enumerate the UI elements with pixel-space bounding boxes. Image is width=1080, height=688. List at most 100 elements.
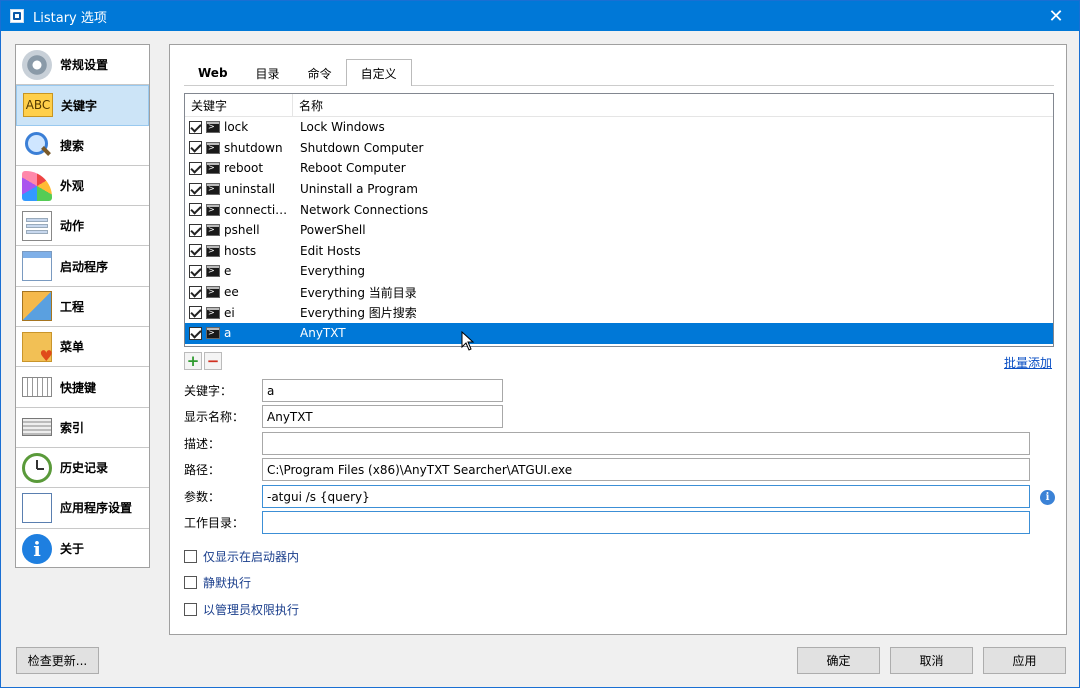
enable-checkbox[interactable] [189, 141, 202, 155]
sidebar-item-about[interactable]: i 关于 [16, 529, 149, 569]
table-row[interactable]: reboot Reboot Computer [185, 158, 1053, 179]
table-row[interactable]: shutdown Shutdown Computer [185, 138, 1053, 159]
keyword-cell: pshell [185, 223, 293, 237]
launcher-only-checkbox[interactable] [184, 550, 197, 563]
keyword-list[interactable]: 关键字 名称 lock Lock Windows shutdown Shutdown … [184, 93, 1054, 347]
display-name-label: 显示名称： [184, 410, 245, 424]
cancel-button[interactable]: 取消 [890, 647, 973, 674]
table-row[interactable]: pshell PowerShell [185, 220, 1053, 241]
abc-icon: ABC [23, 93, 53, 118]
name-cell: PowerShell [300, 223, 366, 238]
sidebar-item-general[interactable]: 常规设置 [16, 45, 149, 86]
table-row[interactable]: uninstall Uninstall a Program [185, 179, 1053, 200]
sidebar-item-label: 应用程序设置 [60, 501, 133, 516]
table-row[interactable]: connectio... Network Connections [185, 199, 1053, 220]
check-update-button[interactable]: 检查更新... [16, 647, 99, 674]
enable-checkbox[interactable] [189, 161, 202, 175]
keyword-cell: ee [185, 285, 293, 299]
silent-run-checkbox[interactable] [184, 576, 197, 589]
enable-checkbox[interactable] [189, 264, 202, 278]
add-keyword-button[interactable]: + [184, 352, 202, 370]
apply-button[interactable]: 应用 [983, 647, 1066, 674]
option-silent-run[interactable]: 静默执行 [184, 574, 251, 591]
path-row: 路径： [184, 458, 1030, 481]
table-row[interactable]: lock Lock Windows [185, 117, 1053, 138]
close-button[interactable]: ✕ [1033, 1, 1079, 31]
ok-button[interactable]: 确定 [797, 647, 880, 674]
name-cell: Lock Windows [300, 120, 385, 135]
sidebar-item-actions[interactable]: 动作 [16, 206, 149, 247]
tab-folder[interactable]: 目录 [242, 60, 294, 86]
keywords-panel: Web 目录 命令 自定义 关键字 名称 lock Lock Windows shu… [169, 44, 1067, 635]
sidebar-item-label: 动作 [60, 219, 85, 234]
tab-web[interactable]: Web [184, 60, 242, 86]
remove-keyword-button[interactable]: − [204, 352, 222, 370]
sidebar-item-menu[interactable]: 菜单 [16, 327, 149, 368]
keyword-cell: a [185, 326, 293, 340]
column-header-keyword[interactable]: 关键字 [185, 94, 293, 116]
keyword-text: ei [224, 305, 235, 320]
tab-custom[interactable]: 自定义 [345, 59, 412, 86]
terminal-icon [206, 286, 220, 299]
enable-checkbox[interactable] [189, 203, 202, 217]
sidebar-item-label: 历史记录 [60, 461, 109, 476]
window-title: Listary 选项 [33, 10, 107, 26]
sidebar-item-app-settings[interactable]: 应用程序设置 [16, 488, 149, 529]
name-cell: Uninstall a Program [300, 182, 418, 197]
display-name-input[interactable] [262, 405, 503, 428]
workdir-row: 工作目录： [184, 511, 1030, 534]
option-run-as-admin[interactable]: 以管理员权限执行 [184, 601, 299, 618]
table-row[interactable]: hosts Edit Hosts [185, 241, 1053, 262]
sidebar-item-label: 工程 [60, 299, 85, 314]
sidebar-item-label: 常规设置 [60, 58, 109, 73]
sidebar-item-label: 关于 [60, 542, 85, 557]
sidebar-item-label: 外观 [60, 179, 85, 194]
sidebar-item-appearance[interactable]: 外观 [16, 166, 149, 207]
menu-folder-heart-icon [22, 331, 53, 365]
sidebar-item-hotkeys[interactable]: 快捷键 [16, 367, 149, 408]
sidebar-item-label: 启动程序 [60, 259, 109, 274]
sidebar-item-history[interactable]: 历史记录 [16, 448, 149, 489]
table-row[interactable]: ei Everything 图片搜索 [185, 302, 1053, 323]
sidebar-item-search[interactable]: 搜索 [16, 126, 149, 166]
table-row[interactable]: e Everything [185, 261, 1053, 282]
name-cell: Edit Hosts [300, 243, 361, 258]
table-row[interactable]: ee Everything 当前目录 [185, 282, 1053, 303]
tab-command[interactable]: 命令 [294, 60, 346, 86]
enable-checkbox[interactable] [189, 244, 202, 258]
workdir-input[interactable] [262, 511, 1030, 534]
enable-checkbox[interactable] [189, 326, 202, 340]
keyword-row: 关键字： [184, 379, 503, 402]
terminal-icon [206, 183, 220, 196]
run-as-admin-checkbox[interactable] [184, 603, 197, 616]
enable-checkbox[interactable] [189, 223, 202, 237]
table-row[interactable]: a AnyTXT [185, 322, 1053, 344]
enable-checkbox[interactable] [189, 285, 202, 299]
enable-checkbox[interactable] [189, 182, 202, 196]
sidebar-item-index[interactable]: 索引 [16, 408, 149, 448]
name-cell: AnyTXT [300, 326, 346, 341]
description-input[interactable] [262, 432, 1030, 455]
path-label: 路径： [184, 463, 221, 477]
path-input[interactable] [262, 458, 1030, 481]
sidebar-item-launcher[interactable]: 启动程序 [16, 246, 149, 287]
launcher-only-label: 仅显示在启动器内 [203, 550, 300, 564]
terminal-icon [206, 162, 220, 175]
enable-checkbox[interactable] [189, 120, 202, 134]
launcher-window-icon [22, 251, 52, 282]
params-input[interactable] [262, 485, 1030, 508]
column-header-name[interactable]: 名称 [293, 94, 1053, 116]
keyword-cell: reboot [185, 161, 293, 175]
mouse-cursor-icon [461, 331, 475, 351]
enable-checkbox[interactable] [189, 306, 202, 320]
sidebar-item-projects[interactable]: 工程 [16, 287, 149, 328]
keyword-input[interactable] [262, 379, 503, 402]
app-settings-icon [22, 492, 52, 523]
option-launcher-only[interactable]: 仅显示在启动器内 [184, 548, 299, 565]
batch-add-link[interactable]: 批量添加 [1004, 354, 1052, 371]
params-help-icon[interactable]: i [1040, 490, 1055, 505]
info-icon: i [22, 533, 52, 564]
title-bar[interactable]: Listary 选项 ✕ [1, 1, 1079, 31]
sidebar-item-keywords[interactable]: ABC 关键字 [16, 85, 149, 126]
name-cell: Shutdown Computer [300, 140, 424, 155]
